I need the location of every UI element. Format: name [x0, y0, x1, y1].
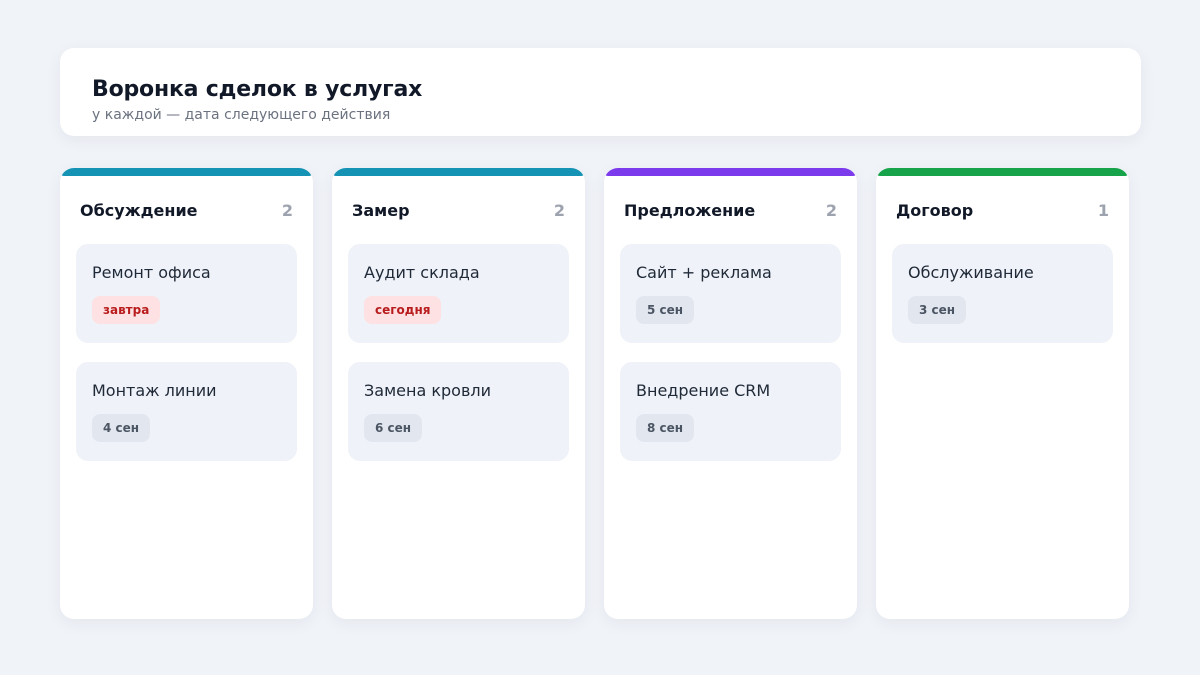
due-date-chip: сегодня: [364, 296, 442, 324]
deal-card[interactable]: Монтаж линии 4 сен: [76, 362, 297, 461]
column-title: Обсуждение: [80, 200, 198, 220]
deal-title: Сайт + реклама: [636, 263, 772, 282]
column-title: Предложение: [624, 200, 756, 220]
due-date-chip: 6 сен: [364, 414, 423, 442]
column-accent-bar: [60, 168, 313, 176]
due-date-chip: 8 сен: [636, 414, 695, 442]
column-header: Предложение 2: [624, 199, 837, 221]
deal-card[interactable]: Аудит склада сегодня: [348, 244, 569, 343]
column-count: 1: [1097, 200, 1109, 220]
deal-title: Аудит склада: [364, 263, 480, 282]
column-accent-bar: [876, 168, 1129, 176]
deal-title: Замена кровли: [364, 381, 491, 400]
board-header: Воронка сделок в услугах у каждой — дата…: [60, 48, 1141, 136]
column-header: Замер 2: [352, 199, 565, 221]
column-title: Замер: [352, 200, 410, 220]
due-date-chip: завтра: [92, 296, 161, 324]
kanban-board: Обсуждение 2 Ремонт офиса завтра Монтаж …: [60, 168, 1129, 619]
deal-title: Внедрение CRM: [636, 381, 771, 400]
column-proposal: Предложение 2 Сайт + реклама 5 сен Внедр…: [604, 168, 857, 619]
deal-title: Монтаж линии: [92, 381, 217, 400]
page-subtitle: у каждой — дата следующего действия: [92, 107, 391, 123]
deal-card[interactable]: Замена кровли 6 сен: [348, 362, 569, 461]
deal-card[interactable]: Ремонт офиса завтра: [76, 244, 297, 343]
column-count: 2: [553, 200, 565, 220]
deal-card[interactable]: Сайт + реклама 5 сен: [620, 244, 841, 343]
due-date-chip: 4 сен: [92, 414, 151, 442]
column-contract: Договор 1 Обслуживание 3 сен: [876, 168, 1129, 619]
due-date-chip: 3 сен: [908, 296, 967, 324]
column-header: Обсуждение 2: [80, 199, 293, 221]
column-count: 2: [281, 200, 293, 220]
deal-title: Обслуживание: [908, 263, 1034, 282]
column-count: 2: [825, 200, 837, 220]
page-title: Воронка сделок в услугах: [92, 77, 423, 102]
column-accent-bar: [604, 168, 857, 176]
deal-card[interactable]: Внедрение CRM 8 сен: [620, 362, 841, 461]
due-date-chip: 5 сен: [636, 296, 695, 324]
column-accent-bar: [332, 168, 585, 176]
column-title: Договор: [896, 200, 974, 220]
column-header: Договор 1: [896, 199, 1109, 221]
column-measurement: Замер 2 Аудит склада сегодня Замена кров…: [332, 168, 585, 619]
deal-title: Ремонт офиса: [92, 263, 211, 282]
deal-card[interactable]: Обслуживание 3 сен: [892, 244, 1113, 343]
column-discussion: Обсуждение 2 Ремонт офиса завтра Монтаж …: [60, 168, 313, 619]
